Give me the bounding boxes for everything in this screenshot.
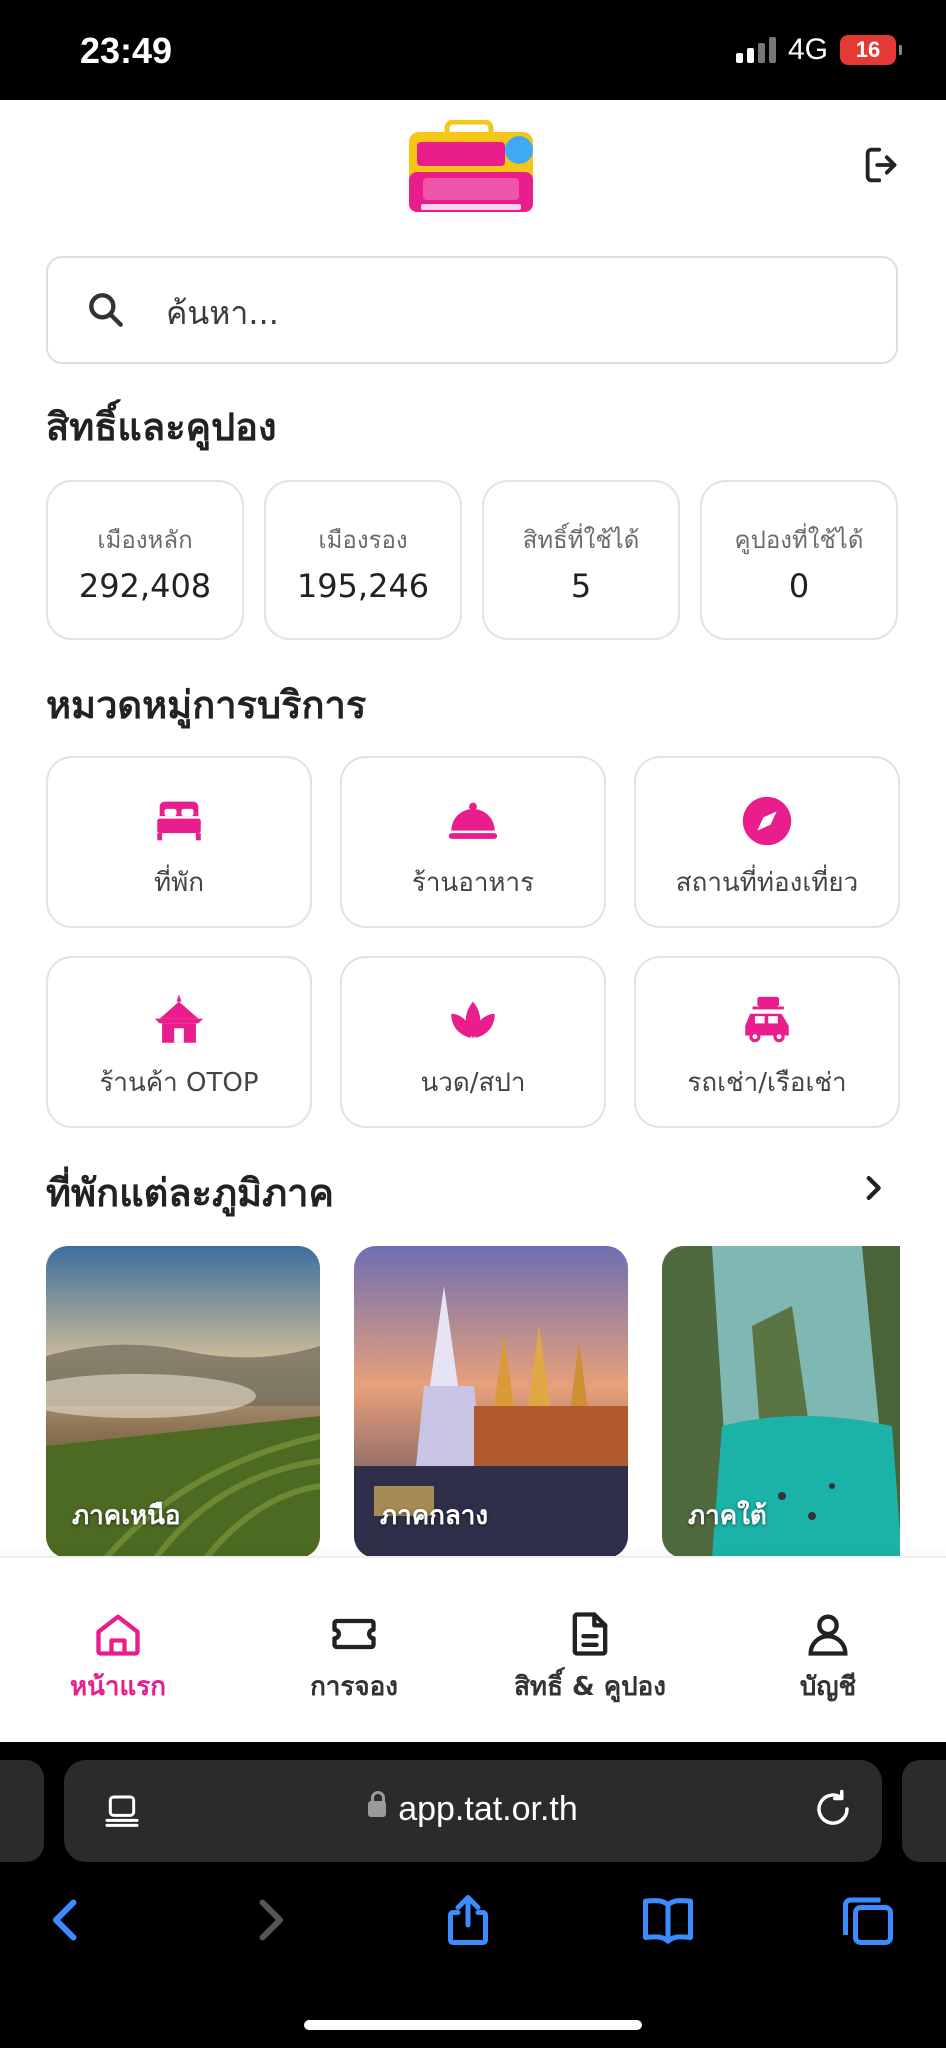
chevron-right-icon[interactable]: [856, 1170, 890, 1206]
stat-value: 5: [570, 567, 592, 605]
forward-icon[interactable]: [240, 1890, 300, 1950]
category-restaurant[interactable]: ร้านอาหาร: [340, 756, 606, 928]
stat-main-city[interactable]: เมืองหลัก 292,408: [46, 480, 244, 640]
nav-label: สิทธิ์ & คูปอง: [514, 1672, 666, 1702]
nav-label: การจอง: [310, 1672, 398, 1702]
share-icon[interactable]: [438, 1890, 498, 1950]
stat-available-coupons[interactable]: คูปองที่ใช้ได้ 0: [700, 480, 898, 640]
stat-value: 292,408: [78, 567, 212, 605]
battery-icon: 16: [840, 35, 902, 65]
food-cloche-icon: [448, 802, 498, 839]
thai-pavilion-icon: [154, 994, 204, 1043]
region-card-north[interactable]: ภาคเหนือ: [46, 1246, 320, 1558]
stat-value: 0: [788, 567, 810, 605]
compass-icon: [742, 796, 792, 846]
status-indicators: 4G 16: [735, 30, 902, 70]
category-label: นวด/สปา: [420, 1068, 526, 1098]
region-card-central[interactable]: ภาคกลาง: [354, 1246, 628, 1558]
category-label: ร้านค้า OTOP: [99, 1068, 259, 1098]
category-rental[interactable]: รถเช่า/เรือเช่า: [634, 956, 900, 1128]
tabs-icon[interactable]: [838, 1890, 898, 1950]
category-label: ร้านอาหาร: [411, 868, 535, 898]
region-carousel: ภาคเหนือ ภาคกลาง ภาคใต้: [46, 1246, 900, 1558]
home-indicator: [304, 2020, 642, 2030]
stat-label: เมืองหลัก: [97, 526, 193, 554]
app-logo[interactable]: [403, 120, 537, 214]
stat-label: สิทธิ์ที่ใช้ได้: [522, 526, 640, 554]
search-box[interactable]: [46, 256, 898, 364]
stat-label: คูปองที่ใช้ได้: [734, 526, 864, 554]
lotus-icon: [451, 1001, 495, 1038]
region-label: ภาคเหนือ: [72, 1501, 181, 1531]
category-label: ที่พัก: [153, 868, 205, 898]
categories-section-title: หมวดหมู่การบริการ: [46, 683, 367, 727]
home-icon: [96, 1614, 140, 1656]
category-attraction[interactable]: สถานที่ท่องเที่ยว: [634, 756, 900, 928]
signal-icon: [735, 37, 776, 63]
url-text: app.tat.or.th: [398, 1790, 578, 1828]
nav-account[interactable]: บัญชี: [710, 1608, 946, 1707]
category-otop[interactable]: ร้านค้า OTOP: [46, 956, 312, 1128]
category-accommodation[interactable]: ที่พัก: [46, 756, 312, 928]
address-bar[interactable]: app.tat.or.th: [64, 1760, 882, 1862]
nav-label: บัญชี: [799, 1672, 857, 1702]
nav-rights-coupons[interactable]: สิทธิ์ & คูปอง: [472, 1608, 708, 1707]
stat-label: เมืองรอง: [318, 526, 408, 554]
region-card-south[interactable]: ภาคใต้: [662, 1246, 900, 1558]
app-header: [0, 100, 946, 250]
category-label: รถเช่า/เรือเช่า: [687, 1068, 847, 1098]
browser-chrome: app.tat.or.th: [0, 1742, 946, 2048]
rights-stats: เมืองหลัก 292,408 เมืองรอง 195,246 สิทธิ…: [46, 480, 900, 640]
nav-booking[interactable]: การจอง: [236, 1608, 472, 1707]
battery-level: 16: [855, 37, 881, 62]
stat-value: 195,246: [296, 567, 430, 605]
url-display[interactable]: app.tat.or.th: [64, 1790, 882, 1829]
rights-section-title: สิทธิ์และคูปอง: [46, 405, 277, 449]
network-type: 4G: [787, 33, 828, 66]
search-icon: [89, 293, 123, 327]
status-bar: 23:49 4G 16: [0, 0, 946, 100]
bottom-navigation: หน้าแรก การจอง สิทธิ์ & คูปอง บัญชี: [0, 1556, 946, 1744]
document-icon: [572, 1612, 608, 1656]
region-label: ภาคใต้: [688, 1501, 767, 1531]
nav-label: หน้าแรก: [70, 1672, 166, 1702]
ticket-icon: [332, 1618, 376, 1650]
car-luggage-icon: [745, 996, 789, 1043]
lock-icon: [368, 1791, 387, 1818]
bed-icon: [157, 801, 201, 841]
reload-icon[interactable]: [812, 1788, 854, 1830]
region-label: ภาคกลาง: [380, 1501, 489, 1531]
logout-icon[interactable]: [860, 142, 906, 188]
search-input[interactable]: [164, 284, 868, 342]
category-grid: ที่พัก ร้านอาหาร สถานที่ท่องเที่ยว ร้านค…: [46, 756, 900, 1128]
nav-home[interactable]: หน้าแรก: [0, 1608, 236, 1707]
back-icon[interactable]: [36, 1890, 96, 1950]
next-tab-preview[interactable]: [902, 1760, 946, 1862]
category-spa[interactable]: นวด/สปา: [340, 956, 606, 1128]
user-icon: [808, 1614, 848, 1656]
stat-available-rights[interactable]: สิทธิ์ที่ใช้ได้ 5: [482, 480, 680, 640]
status-time: 23:49: [80, 30, 173, 71]
category-label: สถานที่ท่องเที่ยว: [675, 868, 859, 898]
previous-tab-preview[interactable]: [0, 1760, 44, 1862]
stat-secondary-city[interactable]: เมืองรอง 195,246: [264, 480, 462, 640]
bookmarks-icon[interactable]: [638, 1890, 698, 1950]
regions-section-title: ที่พักแต่ละภูมิภาค: [46, 1171, 334, 1215]
